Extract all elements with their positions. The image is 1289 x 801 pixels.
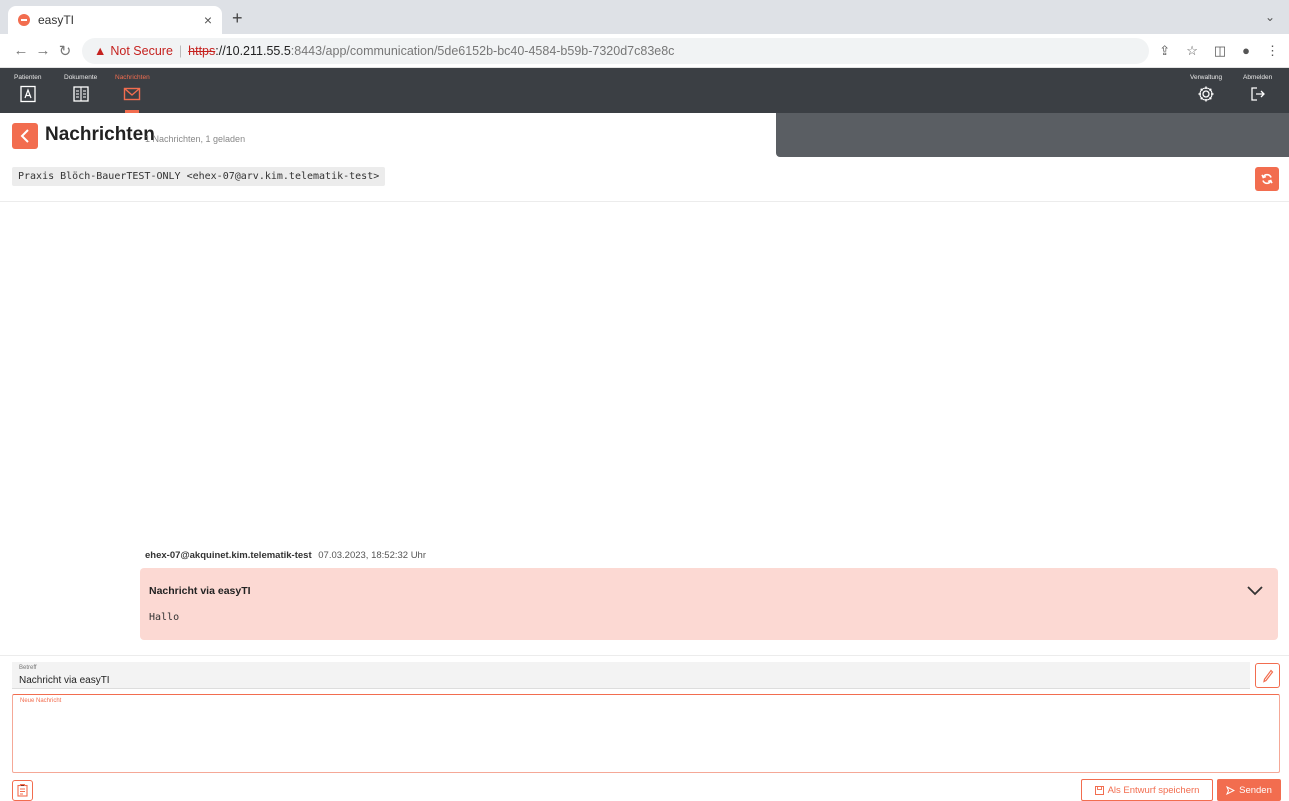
nav-item-dokumente[interactable]: Dokumente [64, 68, 97, 113]
app-navbar: Patienten Dokumente Nachrichten Verwaltu… [0, 68, 1289, 113]
nav-item-nachrichten[interactable]: Nachrichten [115, 68, 150, 113]
warning-triangle-icon: ▲ [94, 43, 107, 58]
new-message-field[interactable]: Neue Nachricht [12, 694, 1280, 773]
new-tab-button[interactable]: + [232, 8, 243, 29]
nav-label-patienten: Patienten [14, 74, 42, 81]
url-scheme: https [188, 43, 216, 58]
save-draft-button[interactable]: Als Entwurf speichern [1081, 779, 1213, 801]
message-list: ehex-07@akquinet.kim.telematik-test 07.0… [0, 203, 1289, 655]
message-subject: Nachricht via easyTI [149, 585, 251, 597]
message-count: 1 Nachrichten, 1 geladen [145, 134, 246, 144]
message-card[interactable]: Nachricht via easyTI Hallo [140, 568, 1278, 640]
forward-arrow-icon[interactable]: → [32, 42, 54, 59]
nav-label-nachrichten: Nachrichten [115, 74, 150, 81]
message-sender: ehex-07@akquinet.kim.telematik-test [145, 550, 312, 561]
toolbar-icons: ⇪ ☆ ◫ ● ⋮ [1159, 43, 1279, 59]
sidepanel-icon[interactable]: ◫ [1214, 43, 1226, 59]
attach-document-button[interactable] [12, 780, 33, 801]
patient-card-icon [20, 85, 36, 103]
documents-icon [72, 86, 89, 102]
refresh-icon [1261, 173, 1273, 185]
mail-icon [124, 87, 141, 101]
recipient-address: Praxis Blöch-BauerTEST-ONLY <ehex-07@arv… [12, 167, 386, 186]
subject-label: Betreff [19, 665, 37, 671]
profile-icon[interactable]: ● [1242, 43, 1250, 59]
reload-icon[interactable]: ↻ [54, 42, 76, 60]
logout-icon [1250, 87, 1265, 101]
share-icon[interactable]: ⇪ [1159, 43, 1170, 59]
compose-area: Betreff Nachricht via easyTI Neue Nachri… [0, 655, 1289, 801]
bookmark-star-icon[interactable]: ☆ [1186, 43, 1198, 59]
subject-value: Nachricht via easyTI [19, 675, 110, 686]
message-timestamp: 07.03.2023, 18:52:32 Uhr [318, 550, 427, 561]
address-separator: | [178, 43, 183, 58]
page-header: Nachrichten 1 Nachrichten, 1 geladen [0, 113, 1289, 157]
tab-title: easyTI [38, 13, 75, 27]
nav-item-verwaltung[interactable]: Verwaltung [1190, 68, 1222, 113]
edit-subject-button[interactable] [1255, 663, 1280, 688]
browser-tab[interactable]: easyTI × [8, 6, 222, 34]
tab-search-icon[interactable]: ⌄ [1265, 10, 1275, 24]
conversation-header: Praxis Blöch-BauerTEST-ONLY <ehex-07@arv… [0, 157, 1289, 202]
back-button[interactable] [12, 123, 38, 149]
nav-label-abmelden: Abmelden [1243, 74, 1273, 81]
nav-label-verwaltung: Verwaltung [1190, 74, 1223, 81]
send-icon [1226, 785, 1236, 795]
browser-tabstrip: easyTI × + ⌄ [0, 0, 1289, 34]
document-attach-icon [17, 784, 28, 797]
save-draft-icon [1094, 785, 1104, 795]
pencil-icon [1262, 669, 1273, 683]
browser-toolbar: ← → ↻ ▲ Not Secure | https ://10.211.55.… [0, 34, 1289, 68]
subject-field[interactable]: Betreff Nachricht via easyTI [12, 662, 1250, 689]
new-message-label: Neue Nachricht [20, 698, 62, 704]
message-meta: ehex-07@akquinet.kim.telematik-test 07.0… [145, 550, 426, 561]
refresh-button[interactable] [1255, 167, 1279, 191]
send-button[interactable]: Senden [1217, 779, 1281, 801]
tab-close-icon[interactable]: × [204, 12, 212, 28]
gear-icon [1198, 86, 1214, 102]
easyti-favicon-icon [18, 14, 30, 26]
header-side-panel [776, 113, 1289, 157]
nav-item-abmelden[interactable]: Abmelden [1243, 68, 1272, 113]
address-bar[interactable]: ▲ Not Secure | https ://10.211.55.5 :844… [82, 37, 1150, 64]
save-draft-label: Als Entwurf speichern [1107, 784, 1200, 796]
back-arrow-icon[interactable]: ← [10, 42, 32, 59]
send-label: Senden [1239, 784, 1272, 796]
nav-item-patienten[interactable]: Patienten [14, 68, 41, 113]
chevron-left-icon [20, 129, 29, 143]
not-secure-label: Not Secure [110, 43, 173, 58]
url-host: ://10.211.55.5 [215, 43, 291, 58]
browser-menu-icon[interactable]: ⋮ [1266, 43, 1279, 59]
url-path: :8443/app/communication/5de6152b-bc40-45… [290, 43, 675, 58]
page-title: Nachrichten [45, 124, 155, 145]
nav-label-dokumente: Dokumente [64, 74, 98, 81]
chevron-down-icon[interactable] [1246, 582, 1264, 600]
message-body: Hallo [149, 612, 180, 623]
